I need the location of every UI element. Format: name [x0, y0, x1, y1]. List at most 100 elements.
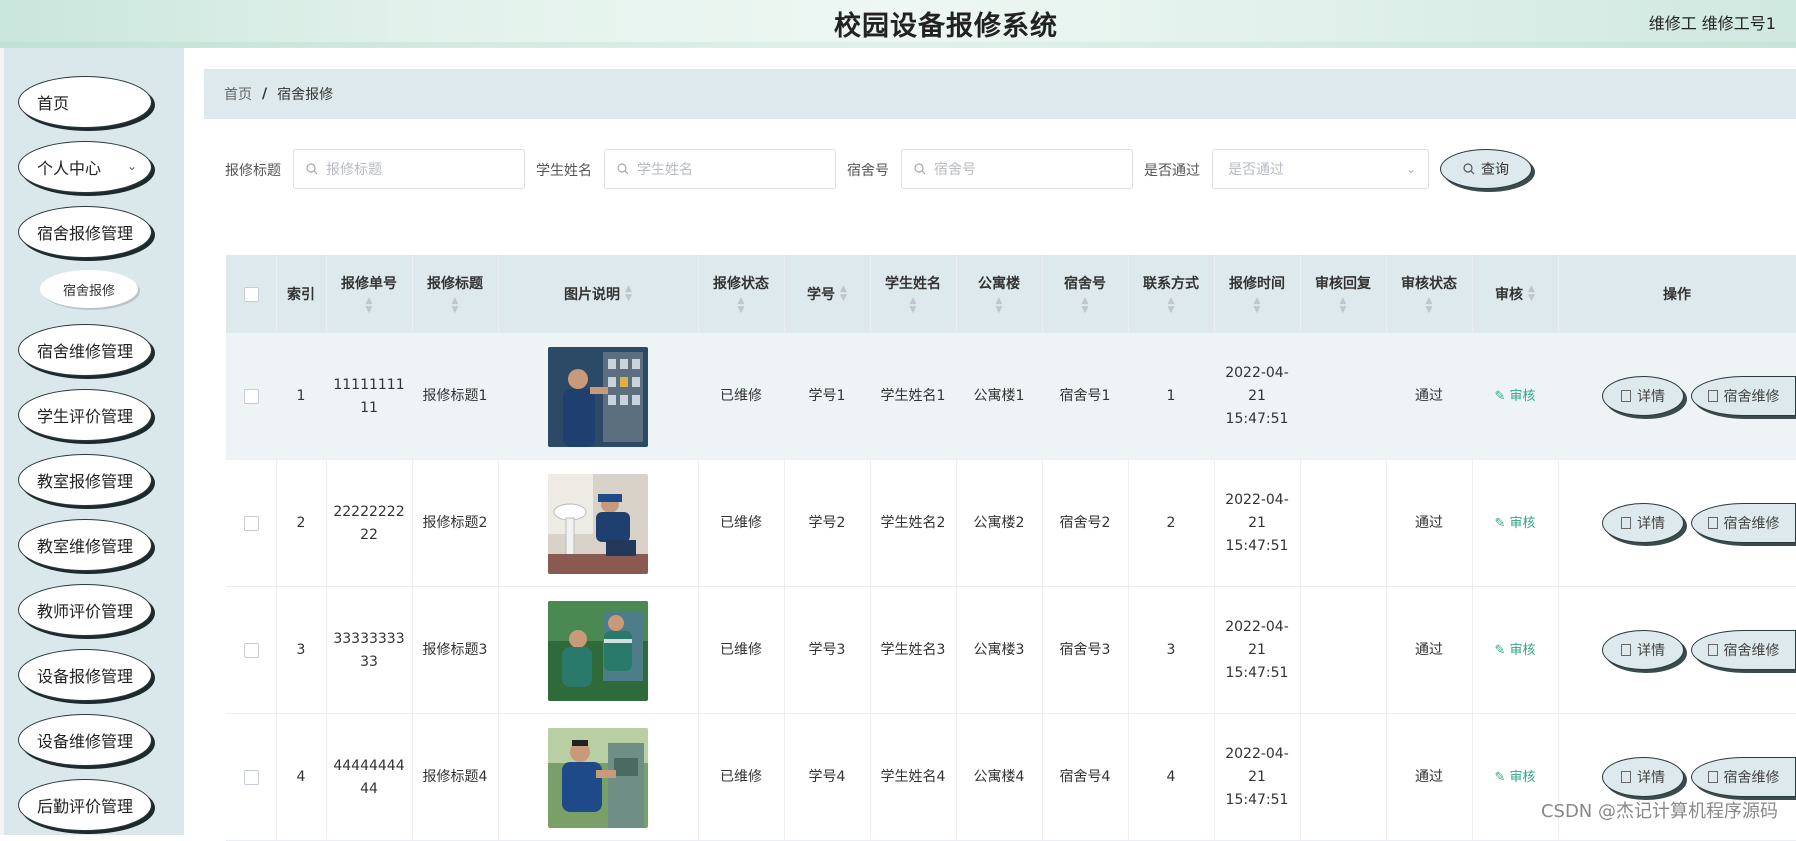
col-header-audit[interactable]: 审核 ▲ ▼ [1472, 255, 1558, 333]
sort-icon[interactable]: ▲ ▼ [1168, 297, 1175, 315]
sidebar-item-classroom-repair-mgmt[interactable]: 教室报修管理 [18, 454, 152, 506]
document-icon [1707, 771, 1718, 783]
sort-icon[interactable]: ▲ ▼ [1426, 297, 1433, 315]
search-name-input[interactable]: 学生姓名 [604, 149, 836, 189]
repair-photo-image[interactable] [548, 727, 648, 828]
sort-icon[interactable]: ▲ ▼ [625, 285, 632, 303]
col-header-title[interactable]: 报修标题 ▲ ▼ [412, 255, 498, 333]
repair-photo-image[interactable] [548, 346, 648, 447]
cell-student-no: 学号2 [808, 515, 846, 531]
dorm-repair-button[interactable]: 宿舍维修 [1691, 630, 1796, 670]
sort-icon[interactable]: ▲ ▼ [738, 297, 745, 315]
row-checkbox-cell[interactable] [226, 714, 276, 841]
audit-link[interactable]: ✎ 审核 [1494, 385, 1535, 408]
sidebar-item-label: 教师评价管理 [37, 602, 134, 621]
col-header-index: 索引 [276, 255, 326, 333]
search-room-input[interactable]: 宿舍号 [901, 149, 1133, 189]
detail-button[interactable]: 详情 [1602, 757, 1684, 797]
sort-icon[interactable]: ▲ ▼ [366, 297, 373, 315]
cell-status: 已维修 [720, 388, 762, 404]
col-header-building[interactable]: 公寓楼 ▲ ▼ [956, 255, 1042, 333]
sidebar-item-classroom-maint-mgmt[interactable]: 教室维修管理 [18, 519, 152, 571]
col-header-student-no[interactable]: 学号 ▲ ▼ [784, 255, 870, 333]
cell-contact: 4 [1166, 769, 1176, 785]
col-header-reply[interactable]: 审核回复 ▲ ▼ [1300, 255, 1386, 333]
sidebar-item-student-eval-mgmt[interactable]: 学生评价管理 [18, 389, 152, 441]
sort-icon[interactable]: ▲ ▼ [452, 297, 459, 315]
detail-button-label: 详情 [1637, 770, 1665, 786]
repair-photo-image[interactable] [548, 473, 648, 574]
detail-button-label: 详情 [1637, 516, 1665, 532]
repair-photo-image[interactable] [548, 600, 648, 701]
search-icon [914, 163, 926, 175]
detail-button[interactable]: 详情 [1602, 630, 1684, 670]
select-all-checkbox[interactable] [243, 286, 259, 302]
cell-index: 3 [296, 642, 306, 658]
col-header-room[interactable]: 宿舍号 ▲ ▼ [1042, 255, 1128, 333]
chevron-down-icon: ⌄ [126, 159, 137, 173]
col-header-contact[interactable]: 联系方式 ▲ ▼ [1128, 255, 1214, 333]
row-checkbox-cell[interactable] [226, 460, 276, 587]
sidebar-item-home[interactable]: 首页 [18, 76, 152, 128]
sidebar-item-dorm-repair-mgmt[interactable]: 宿舍报修管理 [18, 206, 152, 258]
col-header-status[interactable]: 报修状态 ▲ ▼ [698, 255, 784, 333]
sidebar-item-logistics-eval-mgmt[interactable]: 后勤评价管理 [18, 779, 152, 831]
row-checkbox-cell[interactable] [226, 587, 276, 714]
row-checkbox-cell[interactable] [226, 333, 276, 460]
breadcrumb-home[interactable]: 首页 [224, 84, 252, 104]
cell-time: 2022-04-21 15:47:51 [1225, 746, 1289, 808]
cell-title: 报修标题2 [422, 515, 488, 531]
sidebar-subitem-dorm-repair[interactable]: 宿舍报修 [40, 270, 138, 308]
dorm-repair-button[interactable]: 宿舍维修 [1691, 503, 1796, 543]
cell-audit-status: 通过 [1415, 515, 1443, 531]
sidebar-item-device-maint-mgmt[interactable]: 设备维修管理 [18, 714, 152, 766]
cell-index: 2 [296, 515, 306, 531]
audit-link[interactable]: ✎ 审核 [1494, 639, 1535, 662]
query-button[interactable]: 查询 [1440, 149, 1532, 189]
sort-icon[interactable]: ▲ ▼ [910, 297, 917, 315]
table-row[interactable]: 3 3333333333 报修标题3 已维修 学号3 学生姓名3 公寓楼3 宿舍… [226, 587, 1796, 714]
sort-icon[interactable]: ▲ ▼ [996, 297, 1003, 315]
breadcrumb: 首页 / 宿舍报修 [204, 69, 1796, 119]
col-header-label: 宿舍号 [1064, 276, 1106, 292]
sort-icon[interactable]: ▲ ▼ [1528, 285, 1535, 303]
col-header-student-name[interactable]: 学生姓名 ▲ ▼ [870, 255, 956, 333]
search-title-input[interactable]: 报修标题 [293, 149, 525, 189]
sort-icon[interactable]: ▲ ▼ [1254, 297, 1261, 315]
sidebar-item-label: 教室报修管理 [37, 472, 134, 491]
audit-link[interactable]: ✎ 审核 [1494, 766, 1535, 789]
sort-icon[interactable]: ▲ ▼ [840, 285, 847, 303]
pass-select[interactable]: 是否通过 ⌄ [1212, 149, 1429, 189]
cell-audit: ✎ 审核 [1472, 333, 1558, 460]
row-checkbox[interactable] [243, 389, 259, 404]
dorm-repair-button[interactable]: 宿舍维修 [1691, 757, 1796, 797]
col-header-photo[interactable]: 图片说明 ▲ ▼ [498, 255, 698, 333]
col-header-audit-status[interactable]: 审核状态 ▲ ▼ [1386, 255, 1472, 333]
col-header-time[interactable]: 报修时间 ▲ ▼ [1214, 255, 1300, 333]
row-checkbox[interactable] [243, 516, 259, 531]
cell-time: 2022-04-21 15:47:51 [1225, 365, 1289, 427]
audit-link[interactable]: ✎ 审核 [1494, 512, 1535, 535]
detail-button[interactable]: 详情 [1602, 376, 1684, 416]
table-row[interactable]: 1 1111111111 报修标题1 已维修 学号1 学生姓名1 公寓楼1 宿舍… [226, 333, 1796, 460]
row-checkbox[interactable] [243, 770, 259, 785]
sidebar-item-label: 教室维修管理 [37, 537, 134, 556]
dorm-repair-button[interactable]: 宿舍维修 [1691, 376, 1796, 416]
sidebar-item-device-repair-mgmt[interactable]: 设备报修管理 [18, 649, 152, 701]
top-header: 校园设备报修系统 维修工 维修工号1 [0, 0, 1796, 48]
user-info[interactable]: 维修工 维修工号1 [1649, 10, 1776, 34]
sidebar-item-dorm-maint-mgmt[interactable]: 宿舍维修管理 [18, 324, 152, 376]
col-header-order-no[interactable]: 报修单号 ▲ ▼ [326, 255, 412, 333]
select-all-checkbox-cell[interactable] [226, 255, 276, 333]
document-icon [1621, 644, 1631, 656]
cell-audit: ✎ 审核 [1472, 587, 1558, 714]
table-row[interactable]: 2 2222222222 报修标题2 已维修 学号2 学生姓名2 公寓楼2 宿舍… [226, 460, 1796, 587]
dorm-repair-button-label: 宿舍维修 [1723, 770, 1780, 786]
sidebar-item-personal-center[interactable]: 个人中心 ⌄ [18, 141, 152, 193]
sidebar-item-teacher-eval-mgmt[interactable]: 教师评价管理 [18, 584, 152, 636]
sort-icon[interactable]: ▲ ▼ [1340, 297, 1347, 315]
row-checkbox[interactable] [243, 643, 259, 658]
cell-title: 报修标题3 [422, 642, 488, 658]
detail-button[interactable]: 详情 [1602, 503, 1684, 543]
sort-icon[interactable]: ▲ ▼ [1082, 297, 1089, 315]
